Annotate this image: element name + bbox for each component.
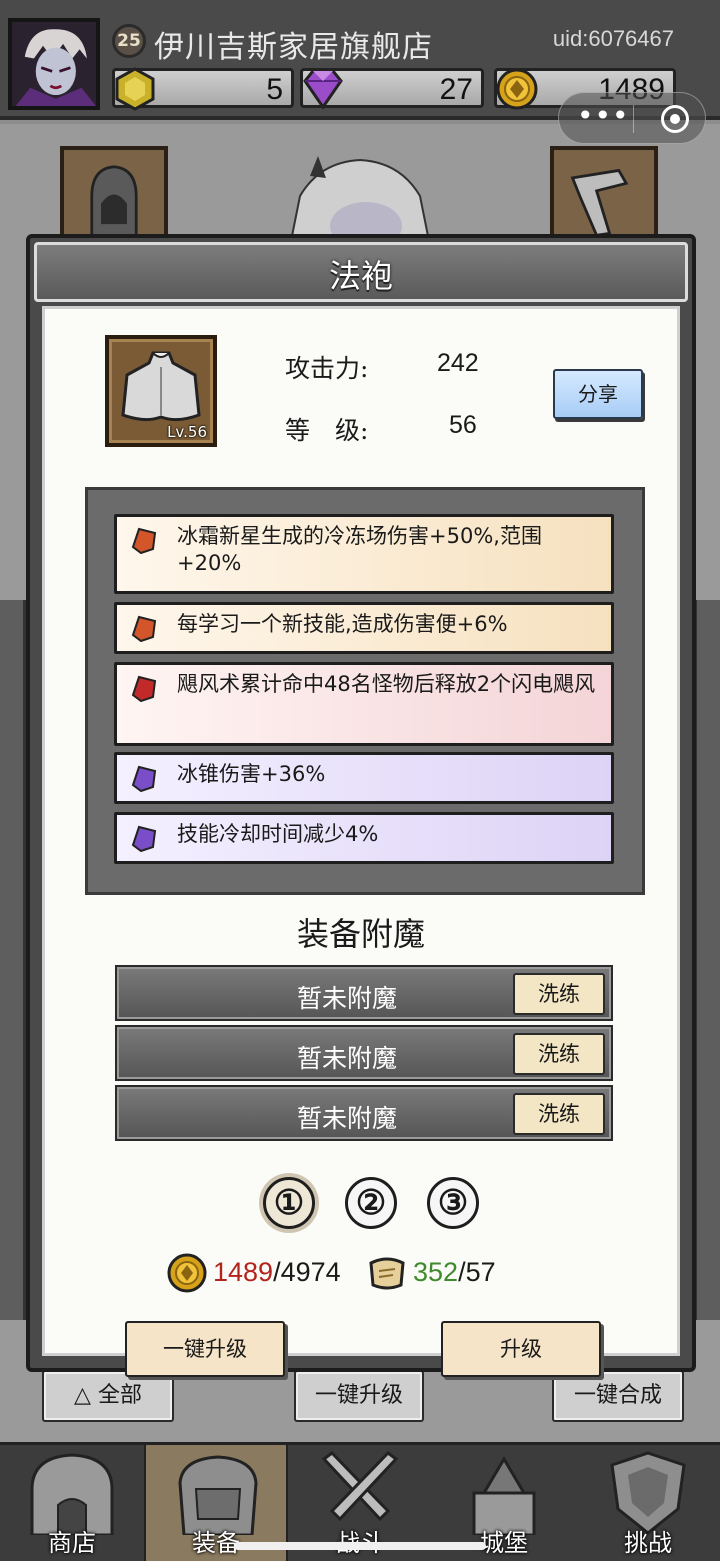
nav-equipment-label: 装备 [192,1529,240,1557]
gold-coin-icon [496,68,538,110]
share-button[interactable]: 分享 [553,369,643,419]
left-panel-edge [0,600,26,1320]
nav-castle-label: 城堡 [480,1529,528,1557]
upgrade-all-button[interactable]: 一键升级 [125,1321,285,1377]
purple-gem-icon [131,825,157,853]
capsule-divider [633,105,634,133]
home-indicator[interactable] [234,1542,486,1550]
level-value: 56 [449,411,477,439]
enchant-slot: 暂未附魔 洗练 [115,965,613,1021]
affix-panel: 冰霜新星生成的冷冻场伤害+50%,范围+20% 每学习一个新技能,造成伤害便+6… [85,487,645,895]
enchant-slot: 暂未附魔 洗练 [115,1085,613,1141]
item-icon-frame: Lv.56 [105,335,217,447]
enchant-slot-text: 暂未附魔 [297,1104,398,1133]
enchant-slot-text: 暂未附魔 [297,1044,398,1073]
gold-need: /4974 [273,1257,341,1287]
nav-shop[interactable]: 商店 [0,1445,144,1561]
scroll-cost-numbers: 352/57 [413,1257,496,1288]
yellow-gem-counter[interactable]: 5 [112,67,294,111]
affix-row: 每学习一个新技能,造成伤害便+6% [114,602,614,654]
scroll-icon [369,1257,405,1290]
affix-text: 每学习一个新技能,造成伤害便+6% [177,612,508,636]
reforge-button[interactable]: 洗练 [513,1033,605,1075]
modal-title-bar: 法袍 [34,242,688,302]
reforge-button[interactable]: 洗练 [513,973,605,1015]
orange-gem-icon [131,527,157,555]
gold-have: 1489 [213,1257,274,1287]
affix-text: 冰霜新星生成的冷冻场伤害+50%,范围+20% [177,524,542,575]
user-id: uid:6076467 [552,26,674,51]
affix-text: 飓风术累计命中48名怪物后释放2个闪电飓风 [177,672,596,696]
affix-row: 飓风术累计命中48名怪物后释放2个闪电飓风 [114,662,614,746]
attack-label: 攻击力: [285,354,369,383]
filter-all-label: 全部 [97,1383,142,1408]
purple-diamond-icon [303,69,343,110]
purple-gem-icon [131,765,157,793]
hero-character-icon [288,156,432,246]
orange-gem-icon [131,615,157,643]
avatar-portrait-icon [12,22,96,106]
filter-triangle-icon: △ [74,1383,98,1408]
purple-diamond-value: 27 [439,73,473,106]
scroll-have: 352 [413,1257,459,1287]
enchant-tab-3[interactable]: ③ [427,1177,479,1229]
shop-name: 伊川吉斯家居旗舰店 [154,30,433,65]
gold-cost: 1489/4974 [165,1251,345,1297]
player-level-badge: 25 [112,24,146,58]
merge-all-button[interactable]: 一键合成 [552,1370,684,1422]
modal-body: Lv.56 攻击力: 242 等 级: 56 分享 冰霜新星生成的冷冻场伤害+5… [42,306,680,1377]
close-miniprogram-icon[interactable] [661,105,689,133]
item-level-tag: Lv.56 [167,423,207,441]
scroll-need: /57 [458,1257,496,1287]
nav-battle-label: 战斗 [288,1523,432,1558]
nav-challenge[interactable]: 挑战 [576,1445,720,1561]
upgrade-button[interactable]: 升级 [441,1321,601,1377]
attack-value: 242 [437,349,479,377]
affix-row: 技能冷却时间减少4% [114,812,614,864]
purple-diamond-counter[interactable]: 27 [300,68,484,110]
right-panel-edge [694,600,720,1320]
gold-coin-icon [167,1253,207,1293]
yellow-gem-icon [115,67,155,111]
nav-shop-label: 商店 [48,1529,96,1557]
yellow-gem-value: 5 [266,73,283,106]
mini-program-capsule[interactable]: ••• [558,92,706,144]
equipment-detail-modal: 法袍 Lv.56 攻击力: 242 等 级: 56 分享 冰霜新星生成的冷冻场伤… [26,234,696,1377]
filter-all-button[interactable]: △ 全部 [42,1370,174,1422]
enchant-tab-1[interactable]: ① [263,1177,315,1229]
enchant-slot: 暂未附魔 洗练 [115,1025,613,1081]
enchant-tab-2[interactable]: ② [345,1177,397,1229]
affix-text: 冰锥伤害+36% [177,762,326,786]
scroll-cost: 352/57 [365,1251,515,1297]
affix-row: 冰锥伤害+36% [114,752,614,804]
level-label: 等 级: [285,416,369,445]
affix-row: 冰霜新星生成的冷冻场伤害+50%,范围+20% [114,514,614,594]
affix-text: 技能冷却时间减少4% [177,822,379,846]
enchant-section-title: 装备附魔 [296,915,425,953]
player-avatar[interactable] [8,18,100,110]
gold-cost-numbers: 1489/4974 [213,1257,341,1288]
more-options-icon[interactable]: ••• [577,99,630,132]
nav-challenge-label: 挑战 [624,1529,672,1557]
modal-title: 法袍 [328,257,393,295]
bottom-upgrade-all-button[interactable]: 一键升级 [294,1370,424,1422]
robe-icon [121,351,201,422]
enchant-slot-text: 暂未附魔 [297,984,398,1013]
red-gem-icon [131,675,157,703]
reforge-button[interactable]: 洗练 [513,1093,605,1135]
